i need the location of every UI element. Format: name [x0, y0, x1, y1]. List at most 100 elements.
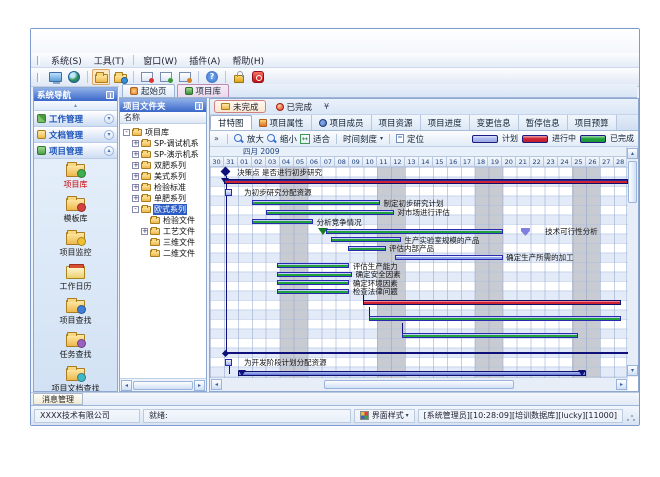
- sidebar-item-模板库[interactable]: 模板库: [34, 193, 117, 227]
- help-button[interactable]: [203, 69, 221, 85]
- sidebar-item-项目文档查找[interactable]: 项目文档查找: [34, 363, 117, 391]
- fit-icon[interactable]: [300, 134, 310, 144]
- resize-grip[interactable]: [626, 410, 636, 422]
- view-tab-暂停信息[interactable]: 暂停信息: [519, 115, 568, 130]
- message-3-button[interactable]: [176, 69, 194, 85]
- folder-view-button[interactable]: [111, 69, 129, 85]
- zoom-in-icon[interactable]: [234, 134, 244, 144]
- task-bar-completed[interactable]: [277, 289, 349, 294]
- tab-起始页[interactable]: 起始页: [122, 84, 175, 97]
- stop-button[interactable]: [249, 69, 267, 85]
- message-manager-tab[interactable]: 消息管理: [33, 393, 83, 405]
- task-bar-completed[interactable]: [277, 280, 349, 285]
- toolbar-grip[interactable]: [37, 73, 40, 82]
- status-tab-未完成[interactable]: 未完成: [214, 100, 266, 113]
- resource-marker-icon[interactable]: [225, 359, 232, 366]
- expand-icon[interactable]: +: [132, 195, 139, 202]
- message-button[interactable]: [138, 69, 156, 85]
- status-tab-已完成[interactable]: 已完成: [270, 100, 319, 113]
- pin-icon[interactable]: [106, 91, 114, 99]
- sidebar-group-项目管理[interactable]: 项目管理▴: [34, 143, 117, 159]
- sidebar-group-工作管理[interactable]: 工作管理▾: [34, 111, 117, 127]
- message-2-button[interactable]: [157, 69, 175, 85]
- menu-item[interactable]: 系统(S): [45, 53, 88, 68]
- expand-icon[interactable]: +: [132, 140, 139, 147]
- collapse-icon[interactable]: -: [132, 206, 139, 213]
- overflow-chevron-icon[interactable]: »: [214, 134, 219, 143]
- expand-icon[interactable]: +: [132, 173, 139, 180]
- sidebar-group-文档管理[interactable]: 文档管理▾: [34, 127, 117, 143]
- chevron-down-icon[interactable]: ▾: [380, 135, 383, 142]
- task-bar-completed[interactable]: [252, 200, 380, 205]
- task-bar-completed[interactable]: [402, 333, 578, 338]
- overflow-indicator[interactable]: ¥: [324, 102, 329, 111]
- tree-item-SP-调试机系[interactable]: +SP-调试机系: [120, 138, 206, 149]
- pin-icon[interactable]: [195, 102, 203, 110]
- tree-item-SP-演示机系[interactable]: +SP-演示机系: [120, 149, 206, 160]
- menu-item[interactable]: 窗口(W): [137, 53, 183, 68]
- sidebar-item-项目库[interactable]: 项目库: [34, 159, 117, 193]
- tree-column-header[interactable]: 名称: [120, 112, 206, 124]
- locate-button[interactable]: 定位: [407, 133, 424, 145]
- phase-summary-bar[interactable]: [224, 179, 628, 184]
- view-tab-甘特图[interactable]: 甘特图: [210, 115, 252, 130]
- scroll-up-arrow-icon[interactable]: ▴: [627, 148, 638, 159]
- task-bar-completed[interactable]: [252, 219, 313, 224]
- tree-item-二维文件[interactable]: 二维文件: [120, 248, 206, 259]
- expand-icon[interactable]: +: [132, 151, 139, 158]
- folder-open-button[interactable]: [92, 69, 110, 85]
- sidebar-collapse-strip[interactable]: ▴: [34, 101, 117, 111]
- scroll-thumb[interactable]: [133, 381, 193, 390]
- view-tab-项目资源[interactable]: 项目资源: [372, 115, 421, 130]
- tree-horizontal-scrollbar[interactable]: ◂ ▸: [120, 378, 206, 391]
- group-chevron-icon[interactable]: ▾: [104, 130, 114, 140]
- group-chevron-icon[interactable]: ▴: [104, 146, 114, 156]
- menubar-grip[interactable]: [37, 56, 40, 65]
- scroll-left-arrow-icon[interactable]: ◂: [121, 380, 132, 391]
- lock-button[interactable]: [230, 69, 248, 85]
- task-bar-completed[interactable]: [369, 316, 621, 321]
- interface-style-button[interactable]: 界面样式 ▾: [354, 409, 415, 423]
- milestone-diamond[interactable]: [220, 167, 230, 177]
- tree-item-项目库[interactable]: -项目库: [120, 127, 206, 138]
- view-tab-项目属性[interactable]: 项目属性: [252, 115, 312, 130]
- tree-item-工艺文件[interactable]: +工艺文件: [120, 226, 206, 237]
- sidebar-item-任务查找[interactable]: 任务查找: [34, 329, 117, 363]
- menu-item[interactable]: 插件(A): [183, 53, 226, 68]
- tree-item-检验文件[interactable]: 检验文件: [120, 215, 206, 226]
- view-tab-项目成员[interactable]: 项目成员: [312, 115, 372, 130]
- menu-item[interactable]: 帮助(H): [226, 53, 270, 68]
- task-bar-completed[interactable]: [331, 237, 401, 242]
- view-tab-项目预算[interactable]: 项目预算: [568, 115, 617, 130]
- tree-item-双肥系列[interactable]: +双肥系列: [120, 160, 206, 171]
- expand-icon[interactable]: +: [132, 162, 139, 169]
- group-chevron-icon[interactable]: ▾: [104, 114, 114, 124]
- locate-icon[interactable]: [396, 134, 404, 143]
- task-bar-completed[interactable]: [326, 229, 503, 234]
- view-tab-变更信息[interactable]: 变更信息: [470, 115, 519, 130]
- collapse-icon[interactable]: -: [123, 129, 130, 136]
- fit-button[interactable]: 适合: [313, 133, 330, 145]
- zoom-in-button[interactable]: 放大: [247, 133, 264, 145]
- tree-item-欧式系列[interactable]: -欧式系列: [120, 204, 206, 215]
- expand-icon[interactable]: +: [132, 184, 139, 191]
- zoom-out-icon[interactable]: [267, 134, 277, 144]
- task-bar-completed[interactable]: [277, 272, 352, 277]
- scroll-right-arrow-icon[interactable]: ▸: [616, 379, 627, 390]
- task-bar-completed[interactable]: [277, 263, 349, 268]
- tree-item-单肥系列[interactable]: +单肥系列: [120, 193, 206, 204]
- time-scale-button[interactable]: 时间刻度: [343, 133, 377, 145]
- globe-button[interactable]: [65, 69, 83, 85]
- computer-button[interactable]: [46, 69, 64, 85]
- zoom-out-button[interactable]: 缩小: [280, 133, 297, 145]
- view-tab-项目进度[interactable]: 项目进度: [421, 115, 470, 130]
- scroll-down-arrow-icon[interactable]: ▾: [627, 365, 638, 376]
- task-bar-completed[interactable]: [348, 246, 386, 251]
- phase-summary-bar[interactable]: [238, 371, 586, 376]
- sidebar-item-项目查找[interactable]: 项目查找: [34, 295, 117, 329]
- tree-item-检验标准[interactable]: +检验标准: [120, 182, 206, 193]
- scroll-thumb[interactable]: [324, 380, 514, 389]
- task-bar-planned[interactable]: [395, 255, 502, 260]
- task-bar-in-progress[interactable]: [363, 300, 621, 305]
- tree-item-美式系列[interactable]: +美式系列: [120, 171, 206, 182]
